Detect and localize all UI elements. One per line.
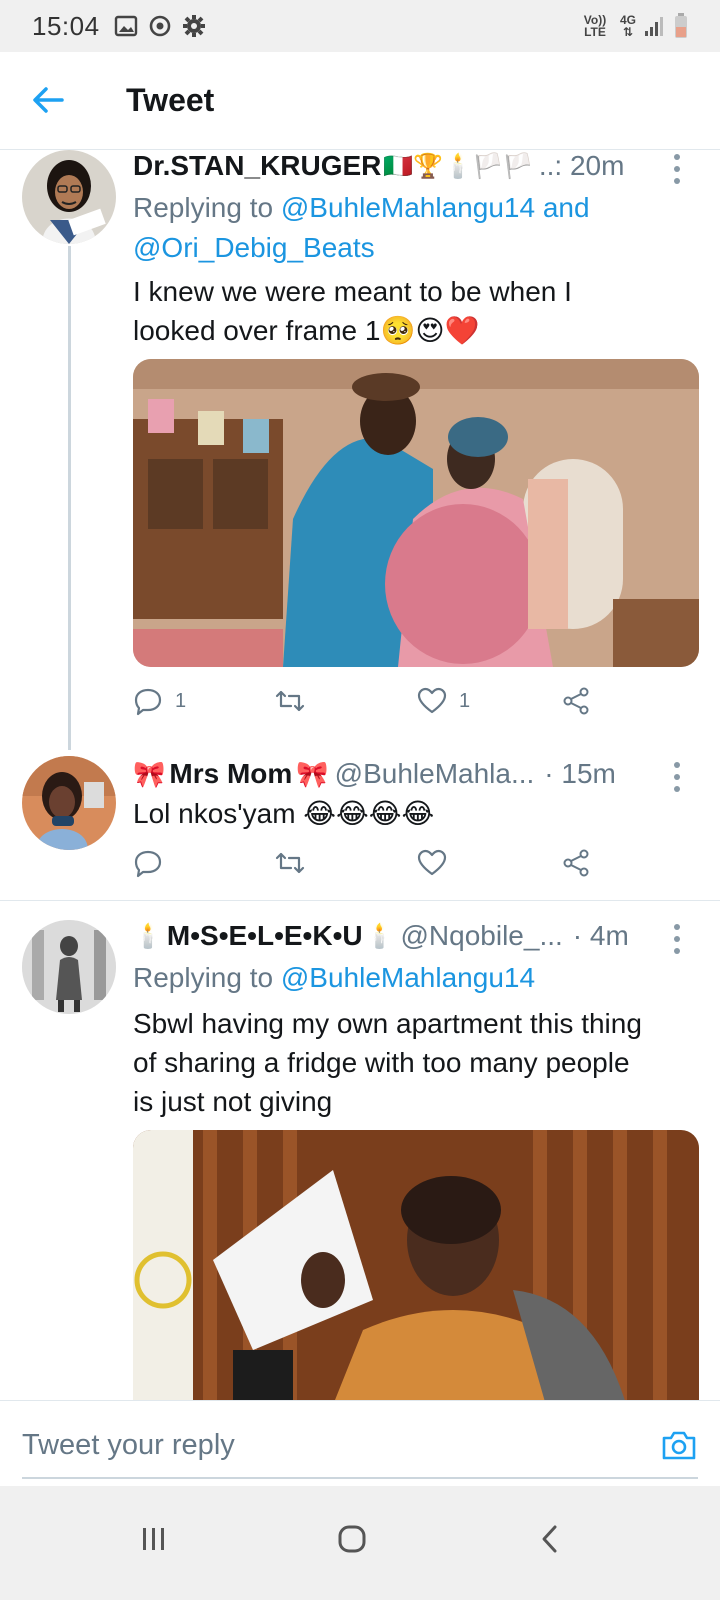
tweet-author[interactable]: 🎀 Mrs Mom 🎀 @BuhleMahla... · 15m (133, 758, 616, 790)
more-options-icon[interactable] (674, 154, 682, 184)
signal-icon (645, 17, 663, 36)
tweet-text-line: I knew we were meant to be when I (133, 276, 572, 307)
reply-count: 1 (175, 689, 187, 712)
replying-prefix: Replying to (133, 962, 281, 993)
author-name-emoji: 🎀 (133, 758, 166, 789)
avatar[interactable] (22, 756, 116, 850)
camera-icon[interactable] (660, 1427, 698, 1463)
reply-button[interactable] (133, 848, 163, 878)
share-button[interactable] (561, 686, 591, 716)
share-icon (563, 687, 589, 715)
author-name-emoji: 🕯️ (133, 922, 163, 950)
tweet-item[interactable]: 🕯️ M•S•E•L•E•K•U 🕯️ @Nqobile_... · 4m Re… (0, 918, 720, 1400)
author-name-emoji: 🕯️ (364, 922, 395, 950)
sync-icon (149, 15, 170, 37)
retweet-button[interactable] (273, 848, 307, 878)
share-icon (563, 849, 589, 877)
reply-icon (134, 850, 162, 878)
retweet-icon (275, 852, 305, 874)
battery-icon (675, 13, 687, 38)
tweet-item[interactable]: 🎀 Mrs Mom 🎀 @BuhleMahla... · 15m Lol nko… (0, 756, 720, 898)
retweet-icon (275, 690, 305, 712)
mention-link[interactable]: @BuhleMahlangu14 (281, 192, 535, 223)
tweet-media-image[interactable] (133, 1130, 699, 1400)
status-bar: 15:04 Vo)) LTE 4G ⇅ (0, 0, 720, 52)
tweet-author[interactable]: 🕯️ M•S•E•L•E•K•U 🕯️ @Nqobile_... · 4m (133, 920, 629, 952)
replying-and[interactable]: and (535, 192, 590, 223)
back-nav-icon[interactable] (540, 1524, 560, 1554)
avatar-image (22, 920, 116, 1014)
avatar-image (22, 756, 116, 850)
tweet-text: I knew we were meant to be when I looked… (133, 272, 693, 350)
author-handle: @Nqobile_... (400, 920, 563, 951)
heart-icon (417, 687, 447, 714)
tweet-text: Lol nkos'yam 😂😂😂😂 (133, 798, 435, 829)
like-button[interactable]: 1 (417, 686, 470, 716)
author-name: M•S•E•L•E•K•U (166, 920, 363, 951)
home-icon[interactable] (337, 1524, 367, 1554)
reply-button[interactable]: 1 (133, 686, 186, 716)
reply-icon (134, 688, 162, 716)
system-nav-bar (0, 1486, 720, 1600)
avatar-image (22, 150, 116, 244)
photo-woman-fanning (133, 1130, 699, 1400)
status-icons (114, 14, 206, 38)
replying-to: Replying to @BuhleMahlangu14 and @Ori_De… (133, 188, 590, 268)
network-4g-indicator: 4G ⇅ (620, 14, 636, 38)
tweet-text-line: Sbwl having my own apartment this thing (133, 1008, 642, 1039)
recent-apps-icon[interactable] (140, 1524, 168, 1552)
avatar[interactable] (22, 920, 116, 1014)
tweet-divider (0, 900, 720, 901)
tweet-media-image[interactable] (133, 359, 699, 667)
photo-couple (133, 359, 699, 667)
tweet-time: · 15m (544, 758, 616, 789)
retweet-button[interactable] (273, 686, 319, 716)
tweet-time: · 4m (572, 920, 629, 951)
author-name: Dr.STAN_KRUGER (133, 150, 382, 181)
settings-gear-icon (182, 15, 205, 37)
reply-composer-bar: Tweet your reply (0, 1400, 720, 1486)
tweet-actions (133, 848, 613, 888)
reply-input-underline (22, 1477, 698, 1479)
tweet-author[interactable]: Dr.STAN_KRUGER 🇮🇹🏆🕯️🏳️🏳️ ..: 20m (133, 150, 624, 182)
more-options-icon[interactable] (674, 924, 682, 954)
tweet-text-line: is just not giving (133, 1086, 333, 1117)
data-arrows-icon: ⇅ (622, 25, 634, 39)
gallery-icon (114, 15, 137, 37)
share-button[interactable] (561, 848, 591, 878)
volte-indicator: Vo)) LTE (583, 13, 607, 39)
tweet-text-line: of sharing a fridge with too many people (133, 1047, 630, 1078)
mention-link[interactable]: @BuhleMahlangu14 (281, 962, 535, 993)
top-app-bar: Tweet (0, 52, 720, 150)
tweet-actions: 1 1 (133, 686, 613, 726)
like-count: 1 (459, 689, 471, 712)
thread-connector (68, 246, 71, 750)
tweet-text: Sbwl having my own apartment this thing … (133, 1004, 693, 1121)
author-name: Mrs Mom (169, 758, 293, 789)
author-handle: @BuhleMahla... (334, 758, 535, 789)
more-options-icon[interactable] (674, 762, 682, 792)
status-right: Vo)) LTE 4G ⇅ (578, 13, 688, 39)
replying-to: Replying to @BuhleMahlangu14 (133, 958, 535, 998)
tweet-item[interactable]: Dr.STAN_KRUGER 🇮🇹🏆🕯️🏳️🏳️ ..: 20m Replyin… (0, 150, 720, 750)
reply-input[interactable]: Tweet your reply (22, 1429, 235, 1462)
like-button[interactable] (417, 848, 447, 878)
page-title: Tweet (126, 82, 215, 118)
back-arrow-icon[interactable] (30, 82, 66, 118)
author-name-emojis: 🇮🇹🏆🕯️🏳️🏳️ (383, 152, 533, 180)
tweet-text-line: looked over frame 1🥺😍❤️ (133, 315, 480, 346)
author-name-emoji: 🎀 (296, 758, 329, 789)
tweet-time: ..: 20m (538, 150, 625, 181)
status-time: 15:04 (32, 10, 100, 41)
replying-prefix: Replying to (133, 192, 281, 223)
avatar[interactable] (22, 150, 116, 244)
heart-icon (417, 849, 447, 876)
mention-link[interactable]: @Ori_Debig_Beats (133, 232, 375, 263)
